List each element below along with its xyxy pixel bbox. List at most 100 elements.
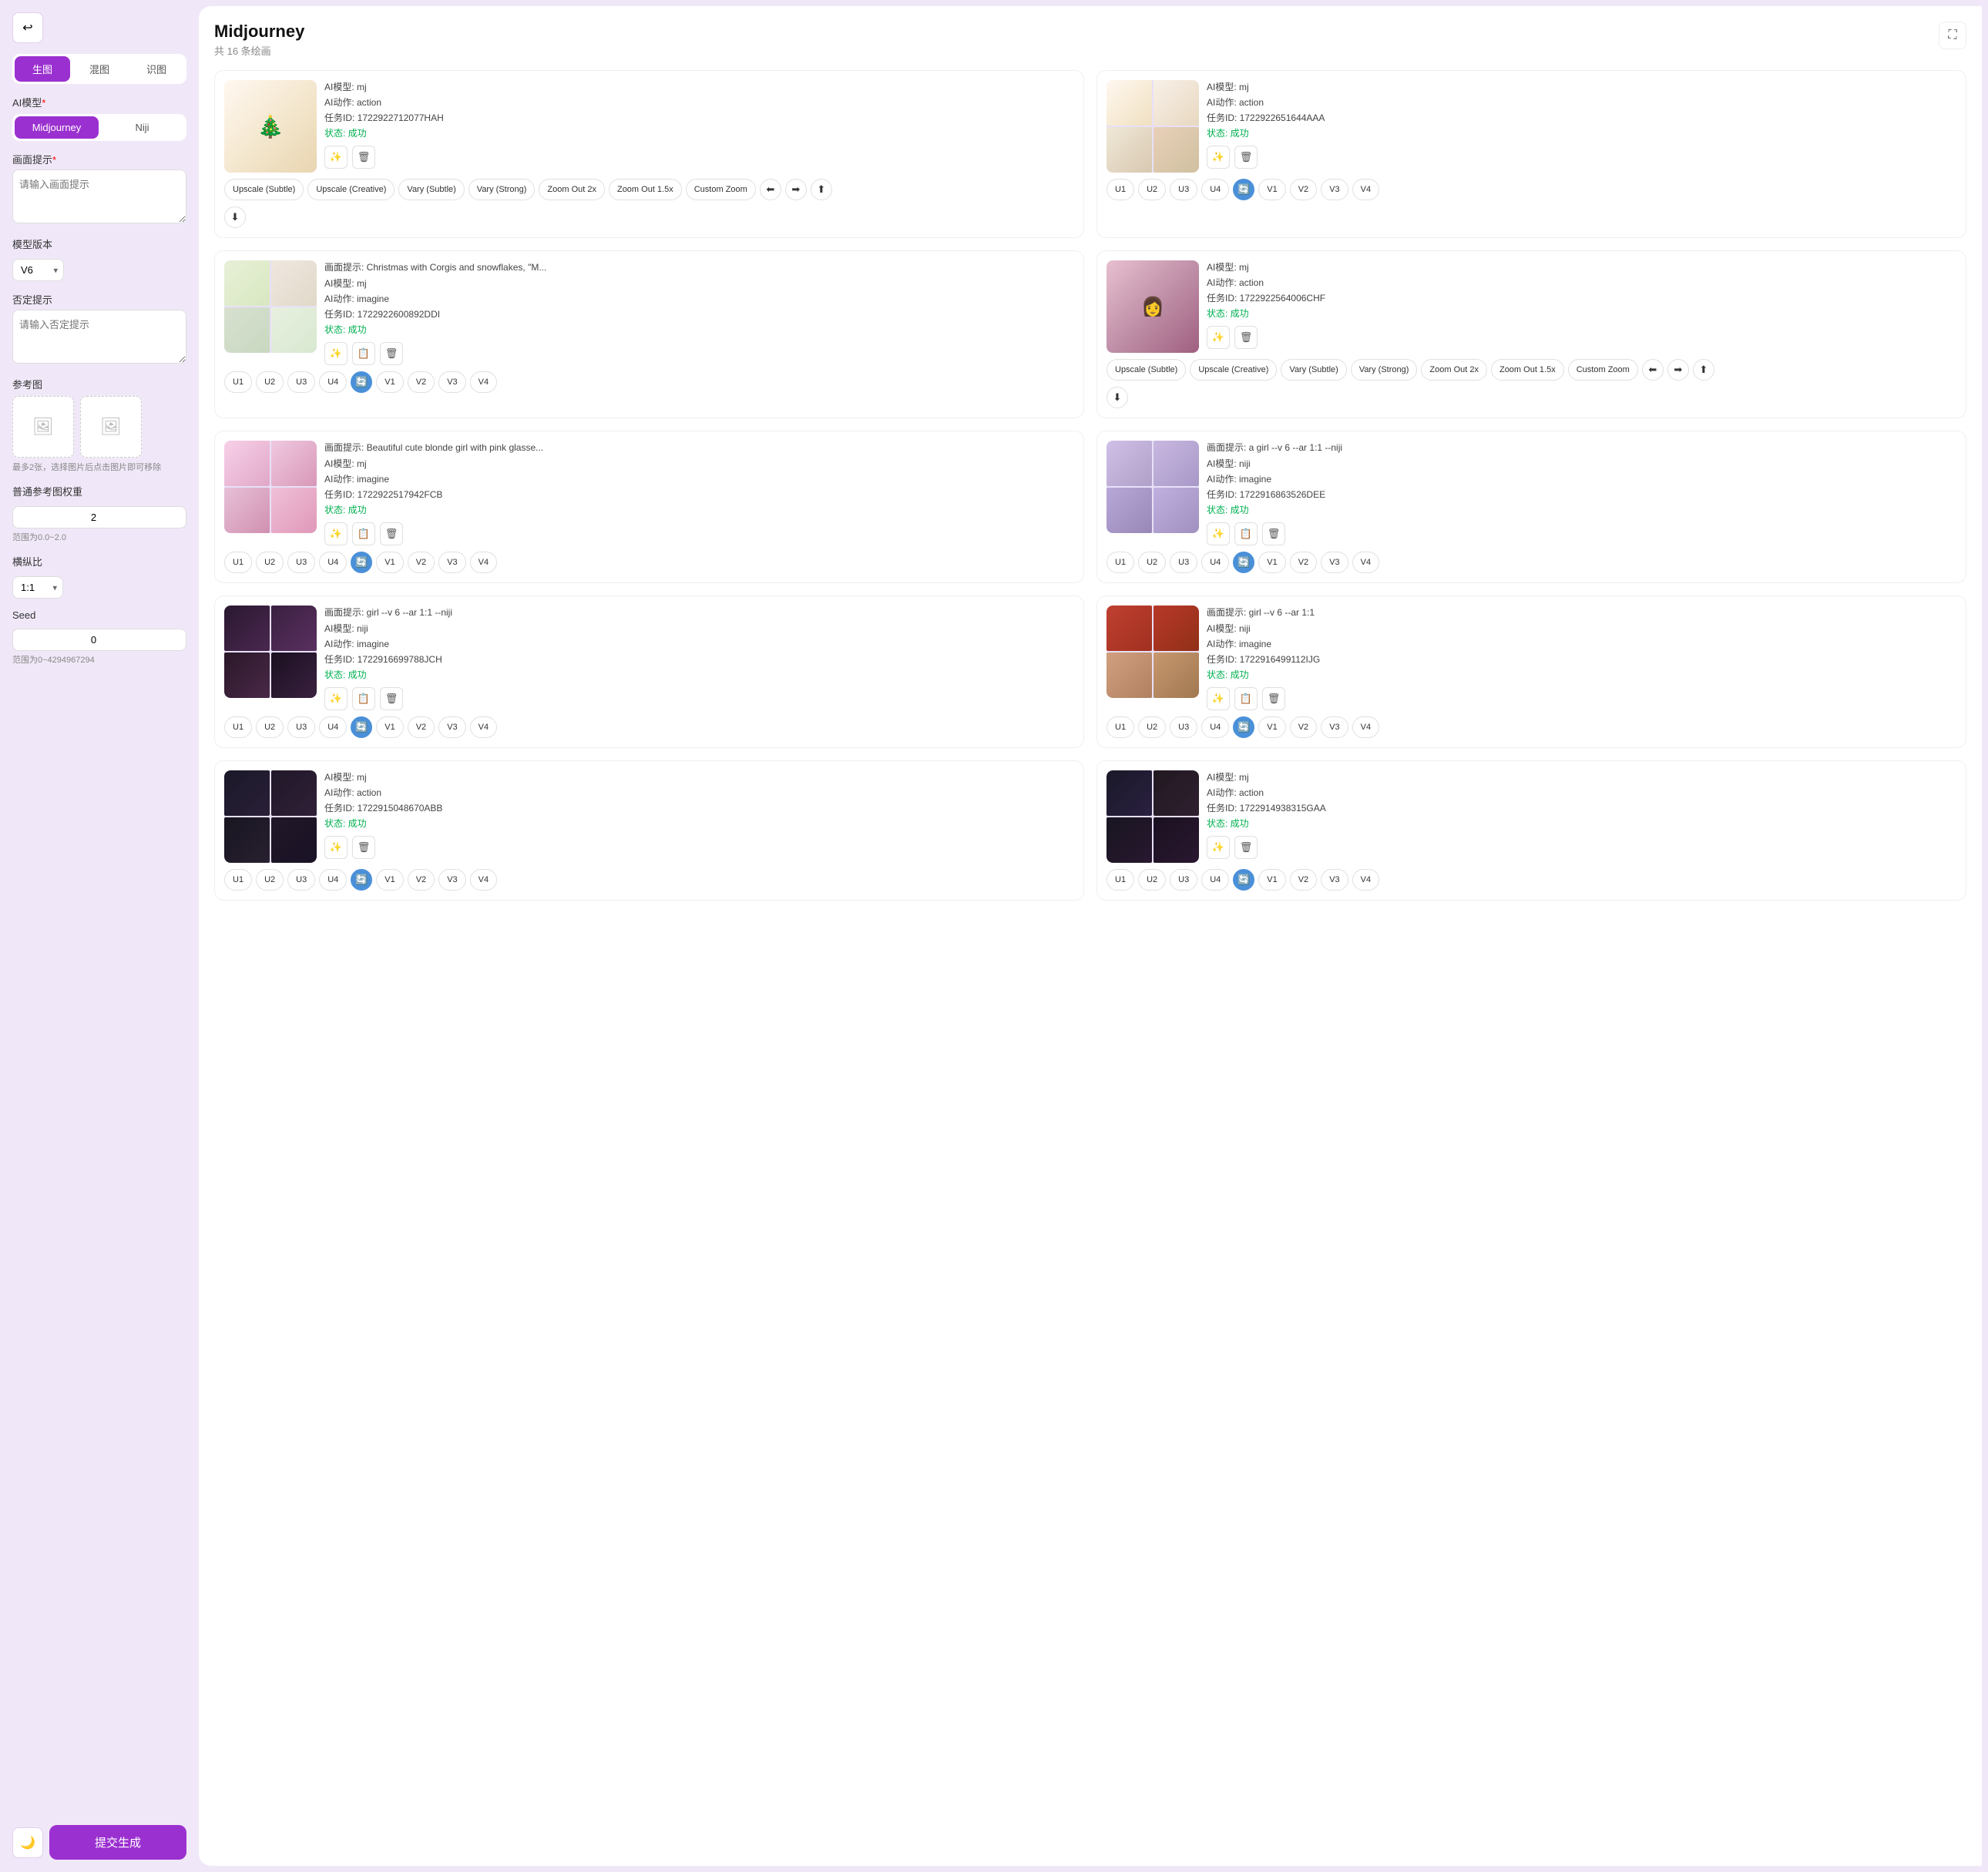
card-9-delete-btn[interactable]: 🗑: [352, 836, 375, 859]
c9-u3[interactable]: U3: [287, 869, 315, 891]
c2-v4[interactable]: V4: [1352, 179, 1379, 200]
card-3-magic-btn[interactable]: ✨: [324, 342, 348, 365]
c7-u1[interactable]: U1: [224, 716, 252, 738]
c2-u2[interactable]: U2: [1138, 179, 1166, 200]
tab-generate[interactable]: 生图: [15, 56, 70, 82]
negative-input[interactable]: [12, 310, 186, 364]
expand-button[interactable]: ⛶: [1939, 22, 1966, 49]
c5-v1[interactable]: V1: [376, 552, 403, 573]
aspect-select[interactable]: 1:14:316:99:16: [12, 576, 63, 599]
c8-v4[interactable]: V4: [1352, 716, 1379, 738]
c8-refresh[interactable]: 🔄: [1233, 716, 1254, 738]
card-1-magic-btn[interactable]: ✨: [324, 146, 348, 169]
c2-v1[interactable]: V1: [1258, 179, 1285, 200]
c6-v1[interactable]: V1: [1258, 552, 1285, 573]
c7-v4[interactable]: V4: [470, 716, 497, 738]
card-2-magic-btn[interactable]: ✨: [1207, 146, 1230, 169]
c4-up[interactable]: ⬆: [1693, 359, 1714, 381]
c6-v2[interactable]: V2: [1290, 552, 1317, 573]
ref-image-1[interactable]: 🖼: [12, 396, 74, 458]
c8-u3[interactable]: U3: [1170, 716, 1197, 738]
c6-v4[interactable]: V4: [1352, 552, 1379, 573]
c5-u2[interactable]: U2: [256, 552, 284, 573]
c3-u1[interactable]: U1: [224, 371, 252, 393]
card-9-magic-btn[interactable]: ✨: [324, 836, 348, 859]
card-4-delete-btn[interactable]: 🗑: [1234, 326, 1258, 349]
c2-u1[interactable]: U1: [1106, 179, 1134, 200]
c9-v4[interactable]: V4: [470, 869, 497, 891]
c4-left[interactable]: ⬅: [1642, 359, 1664, 381]
card-3-delete-btn[interactable]: 🗑: [380, 342, 403, 365]
c6-u4[interactable]: U4: [1201, 552, 1229, 573]
ref-image-2[interactable]: 🖼: [80, 396, 142, 458]
card-10-delete-btn[interactable]: 🗑: [1234, 836, 1258, 859]
vary-subtle-btn[interactable]: Vary (Subtle): [398, 179, 464, 200]
c3-v1[interactable]: V1: [376, 371, 403, 393]
c6-refresh[interactable]: 🔄: [1233, 552, 1254, 573]
c4-vary-subtle[interactable]: Vary (Subtle): [1281, 359, 1346, 381]
c8-v2[interactable]: V2: [1290, 716, 1317, 738]
zoom-out-15x-btn[interactable]: Zoom Out 1.5x: [609, 179, 682, 200]
c2-v3[interactable]: V3: [1321, 179, 1348, 200]
c10-u2[interactable]: U2: [1138, 869, 1166, 891]
c10-v3[interactable]: V3: [1321, 869, 1348, 891]
card-10-magic-btn[interactable]: ✨: [1207, 836, 1230, 859]
c4-vary-strong[interactable]: Vary (Strong): [1351, 359, 1418, 381]
c3-refresh[interactable]: 🔄: [351, 371, 372, 393]
card-1-delete-btn[interactable]: 🗑: [352, 146, 375, 169]
c4-custom-zoom[interactable]: Custom Zoom: [1568, 359, 1638, 381]
c9-u1[interactable]: U1: [224, 869, 252, 891]
submit-button[interactable]: 提交生成: [49, 1825, 186, 1860]
version-select[interactable]: V6V5.2V5.1V5: [12, 259, 64, 281]
card-4-magic-btn[interactable]: ✨: [1207, 326, 1230, 349]
c8-v1[interactable]: V1: [1258, 716, 1285, 738]
c10-refresh[interactable]: 🔄: [1233, 869, 1254, 891]
c10-u3[interactable]: U3: [1170, 869, 1197, 891]
ref-weight-input[interactable]: [12, 506, 186, 528]
c5-v4[interactable]: V4: [470, 552, 497, 573]
c9-refresh[interactable]: 🔄: [351, 869, 372, 891]
c4-zoom-2x[interactable]: Zoom Out 2x: [1421, 359, 1487, 381]
card-8-magic-btn[interactable]: ✨: [1207, 687, 1230, 710]
model-midjourney[interactable]: Midjourney: [15, 116, 99, 139]
upscale-creative-btn[interactable]: Upscale (Creative): [307, 179, 395, 200]
c2-u3[interactable]: U3: [1170, 179, 1197, 200]
c4-upscale-subtle[interactable]: Upscale (Subtle): [1106, 359, 1186, 381]
model-niji[interactable]: Niji: [100, 116, 184, 139]
card-5-copy-btn[interactable]: 📋: [352, 522, 375, 545]
c8-u4[interactable]: U4: [1201, 716, 1229, 738]
right-arrow-btn[interactable]: ➡: [785, 179, 807, 200]
card-3-copy-btn[interactable]: 📋: [352, 342, 375, 365]
theme-toggle-button[interactable]: 🌙: [12, 1827, 43, 1858]
c7-u3[interactable]: U3: [287, 716, 315, 738]
c2-v2[interactable]: V2: [1290, 179, 1317, 200]
card-7-delete-btn[interactable]: 🗑: [380, 687, 403, 710]
c10-v4[interactable]: V4: [1352, 869, 1379, 891]
card-7-magic-btn[interactable]: ✨: [324, 687, 348, 710]
c9-u4[interactable]: U4: [319, 869, 347, 891]
c9-u2[interactable]: U2: [256, 869, 284, 891]
up-arrow-btn[interactable]: ⬆: [811, 179, 832, 200]
zoom-out-2x-btn[interactable]: Zoom Out 2x: [539, 179, 605, 200]
card-7-copy-btn[interactable]: 📋: [352, 687, 375, 710]
c5-v3[interactable]: V3: [438, 552, 465, 573]
c3-u2[interactable]: U2: [256, 371, 284, 393]
c8-v3[interactable]: V3: [1321, 716, 1348, 738]
c8-u1[interactable]: U1: [1106, 716, 1134, 738]
c7-v2[interactable]: V2: [408, 716, 435, 738]
c4-zoom-15x[interactable]: Zoom Out 1.5x: [1491, 359, 1564, 381]
c8-u2[interactable]: U2: [1138, 716, 1166, 738]
c10-u1[interactable]: U1: [1106, 869, 1134, 891]
c9-v1[interactable]: V1: [376, 869, 403, 891]
c7-v1[interactable]: V1: [376, 716, 403, 738]
c3-u3[interactable]: U3: [287, 371, 315, 393]
card-5-delete-btn[interactable]: 🗑: [380, 522, 403, 545]
card-6-magic-btn[interactable]: ✨: [1207, 522, 1230, 545]
c6-u3[interactable]: U3: [1170, 552, 1197, 573]
tab-mix[interactable]: 混图: [72, 56, 127, 82]
custom-zoom-btn[interactable]: Custom Zoom: [686, 179, 756, 200]
left-arrow-btn[interactable]: ⬅: [760, 179, 781, 200]
vary-strong-btn[interactable]: Vary (Strong): [468, 179, 536, 200]
c7-u2[interactable]: U2: [256, 716, 284, 738]
upscale-subtle-btn[interactable]: Upscale (Subtle): [224, 179, 304, 200]
